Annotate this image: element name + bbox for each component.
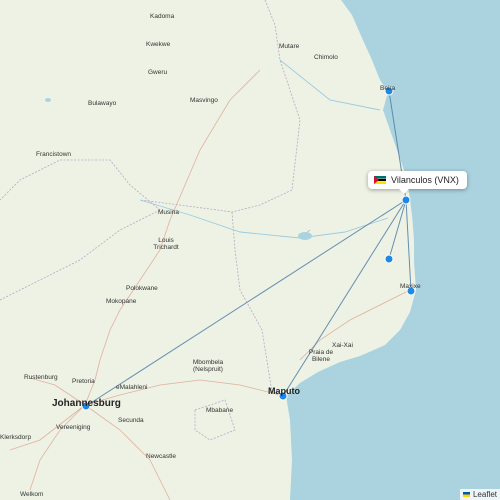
place-label: Newcastle bbox=[146, 453, 176, 460]
place-label: Kwekwe bbox=[146, 41, 171, 48]
mozambique-flag-icon bbox=[374, 176, 386, 184]
place-label: Mbombela (Nelspruit) bbox=[192, 359, 224, 373]
place-label: Louis Trichardt bbox=[153, 237, 179, 251]
route-map[interactable]: Kadoma Kwekwe Gweru Bulawayo Masvingo Mu… bbox=[0, 0, 500, 500]
place-label: Mutare bbox=[279, 43, 300, 50]
ukraine-flag-icon bbox=[462, 492, 470, 497]
popup-label: Vilanculos (VNX) bbox=[391, 175, 459, 185]
place-label: Pretoria bbox=[72, 378, 95, 385]
place-label: Bulawayo bbox=[88, 100, 117, 107]
place-label: Francistown bbox=[36, 151, 72, 158]
place-label-johannesburg: Johannesburg bbox=[52, 398, 121, 409]
place-label-maputo: Maputo bbox=[268, 386, 300, 396]
place-label: Klerksdorp bbox=[0, 434, 32, 441]
place-label: eMalahleni bbox=[116, 384, 148, 391]
route-vnx-maxixe bbox=[405, 199, 412, 292]
place-label: Rustenburg bbox=[24, 374, 58, 381]
place-label: Polokwane bbox=[126, 285, 158, 292]
place-label: Welkom bbox=[20, 491, 44, 498]
place-label: Maxixe bbox=[400, 283, 421, 290]
place-label: Kadoma bbox=[150, 13, 175, 20]
place-label: Vereeniging bbox=[56, 424, 91, 431]
airport-popup[interactable]: Vilanculos (VNX) bbox=[368, 171, 467, 194]
place-label: Praia de Bilene bbox=[308, 349, 334, 363]
place-label: Mokopane bbox=[106, 298, 137, 305]
leaflet-link[interactable]: Leaflet bbox=[473, 490, 497, 499]
place-label: Secunda bbox=[118, 417, 144, 424]
place-label: Gweru bbox=[148, 69, 168, 76]
place-label: Chimolo bbox=[314, 54, 338, 61]
map-attribution: Leaflet bbox=[459, 489, 500, 500]
place-label: Musina bbox=[158, 209, 179, 216]
place-label: Masvingo bbox=[190, 97, 218, 104]
place-label: Xai-Xai bbox=[332, 342, 353, 349]
ocean bbox=[286, 0, 500, 500]
place-label: Mbabane bbox=[206, 407, 234, 414]
place-label: Beira bbox=[380, 85, 396, 92]
marker-vilanculos bbox=[401, 195, 411, 205]
marker-inhambane bbox=[384, 254, 394, 264]
